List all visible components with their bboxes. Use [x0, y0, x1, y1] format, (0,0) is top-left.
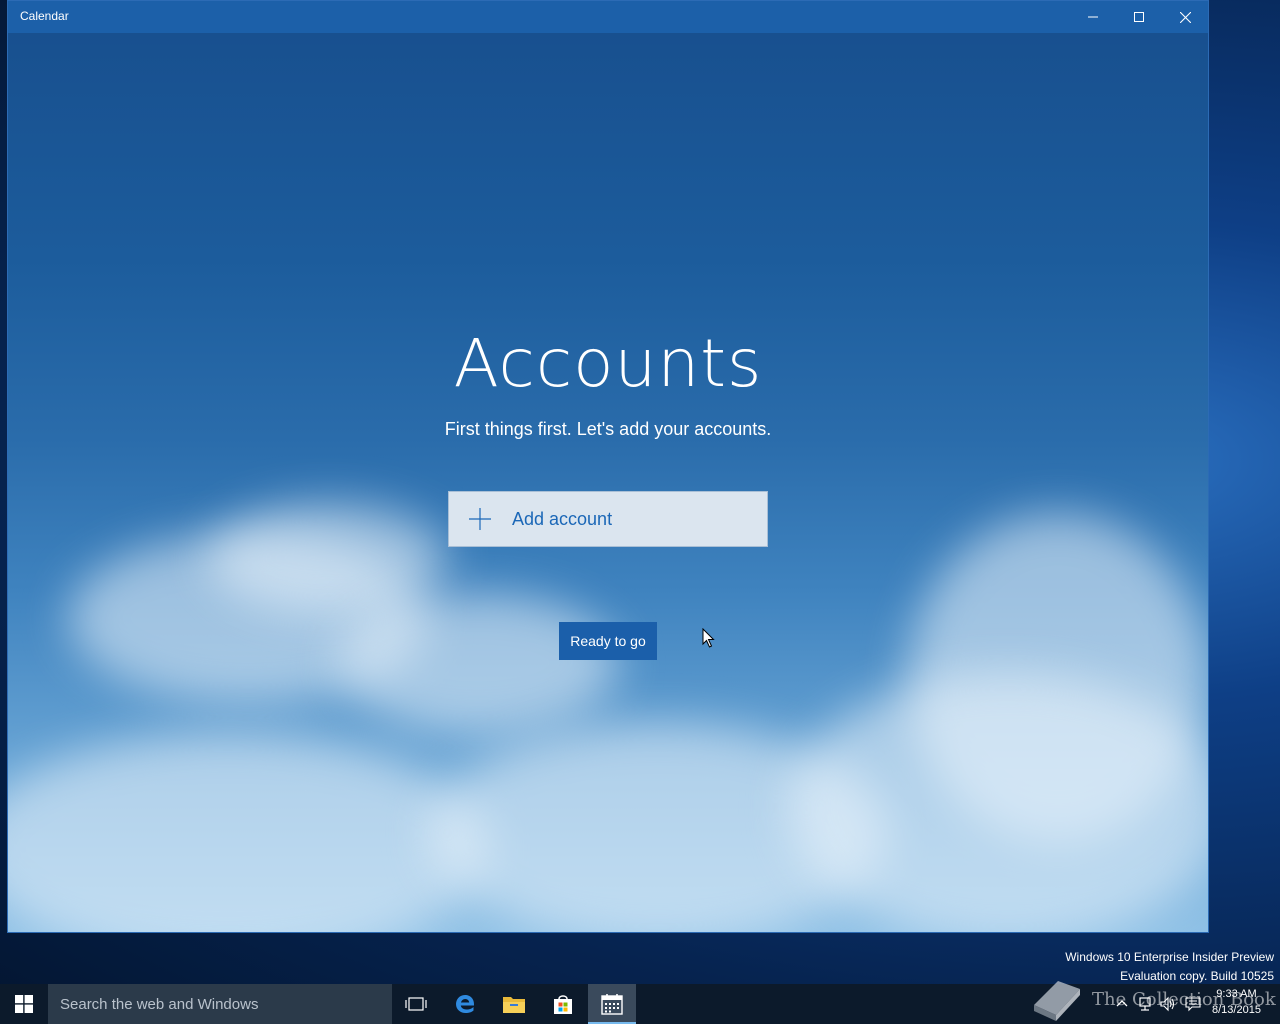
minimize-button[interactable] [1070, 1, 1116, 33]
cloud-decoration [788, 673, 1208, 932]
store-bag-icon [554, 995, 572, 1014]
calendar-icon [601, 994, 623, 1015]
title-bar[interactable]: Calendar [8, 1, 1208, 33]
cloud-decoration [8, 733, 488, 932]
windows-logo-icon [15, 995, 33, 1013]
edge-button[interactable] [441, 984, 489, 1024]
calendar-window: Calendar Accounts First things first. Le… [7, 0, 1209, 933]
chevron-up-icon[interactable] [1114, 996, 1130, 1012]
accounts-page: Accounts First things first. Let's add y… [8, 33, 1208, 932]
close-button[interactable] [1162, 1, 1208, 33]
plus-icon [469, 508, 491, 530]
evaluation-watermark: Windows 10 Enterprise Insider Preview Ev… [1065, 948, 1274, 986]
ready-to-go-button[interactable]: Ready to go [559, 622, 657, 660]
clock[interactable]: 9:33 AM 8/13/2015 [1212, 986, 1261, 1018]
file-explorer-button[interactable] [490, 984, 538, 1024]
folder-icon [503, 997, 525, 1013]
page-title: Accounts [453, 325, 763, 402]
clock-date: 8/13/2015 [1212, 1004, 1261, 1016]
mouse-cursor-icon [702, 628, 715, 648]
window-title: Calendar [20, 9, 69, 23]
minimize-icon [1088, 16, 1098, 18]
task-view-button[interactable] [392, 984, 440, 1024]
store-button[interactable] [539, 984, 587, 1024]
maximize-icon [1134, 12, 1144, 22]
task-view-icon [405, 997, 427, 1011]
page-subtitle: First things first. Let's add your accou… [444, 419, 772, 439]
clock-time: 9:33 AM [1216, 988, 1257, 1000]
search-input[interactable]: Search the web and Windows [48, 984, 392, 1024]
volume-icon[interactable] [1160, 996, 1176, 1012]
add-account-button[interactable]: Add account [448, 491, 768, 547]
maximize-button[interactable] [1116, 1, 1162, 33]
desktop: Calendar Accounts First things first. Le… [0, 0, 1280, 1024]
cloud-decoration [338, 593, 618, 733]
close-icon [1179, 11, 1191, 23]
network-icon[interactable] [1137, 996, 1153, 1012]
calendar-taskbar-button[interactable] [588, 984, 636, 1024]
cloud-decoration [208, 503, 448, 613]
book-logo-icon [1034, 981, 1080, 1021]
action-center-icon[interactable] [1185, 996, 1201, 1012]
add-account-label: Add account [512, 508, 613, 529]
taskbar: Search the web and Windows [0, 984, 1280, 1024]
watermark-line: Windows 10 Enterprise Insider Preview [1065, 950, 1274, 964]
edge-browser-icon [456, 995, 475, 1013]
start-button[interactable] [0, 984, 48, 1024]
